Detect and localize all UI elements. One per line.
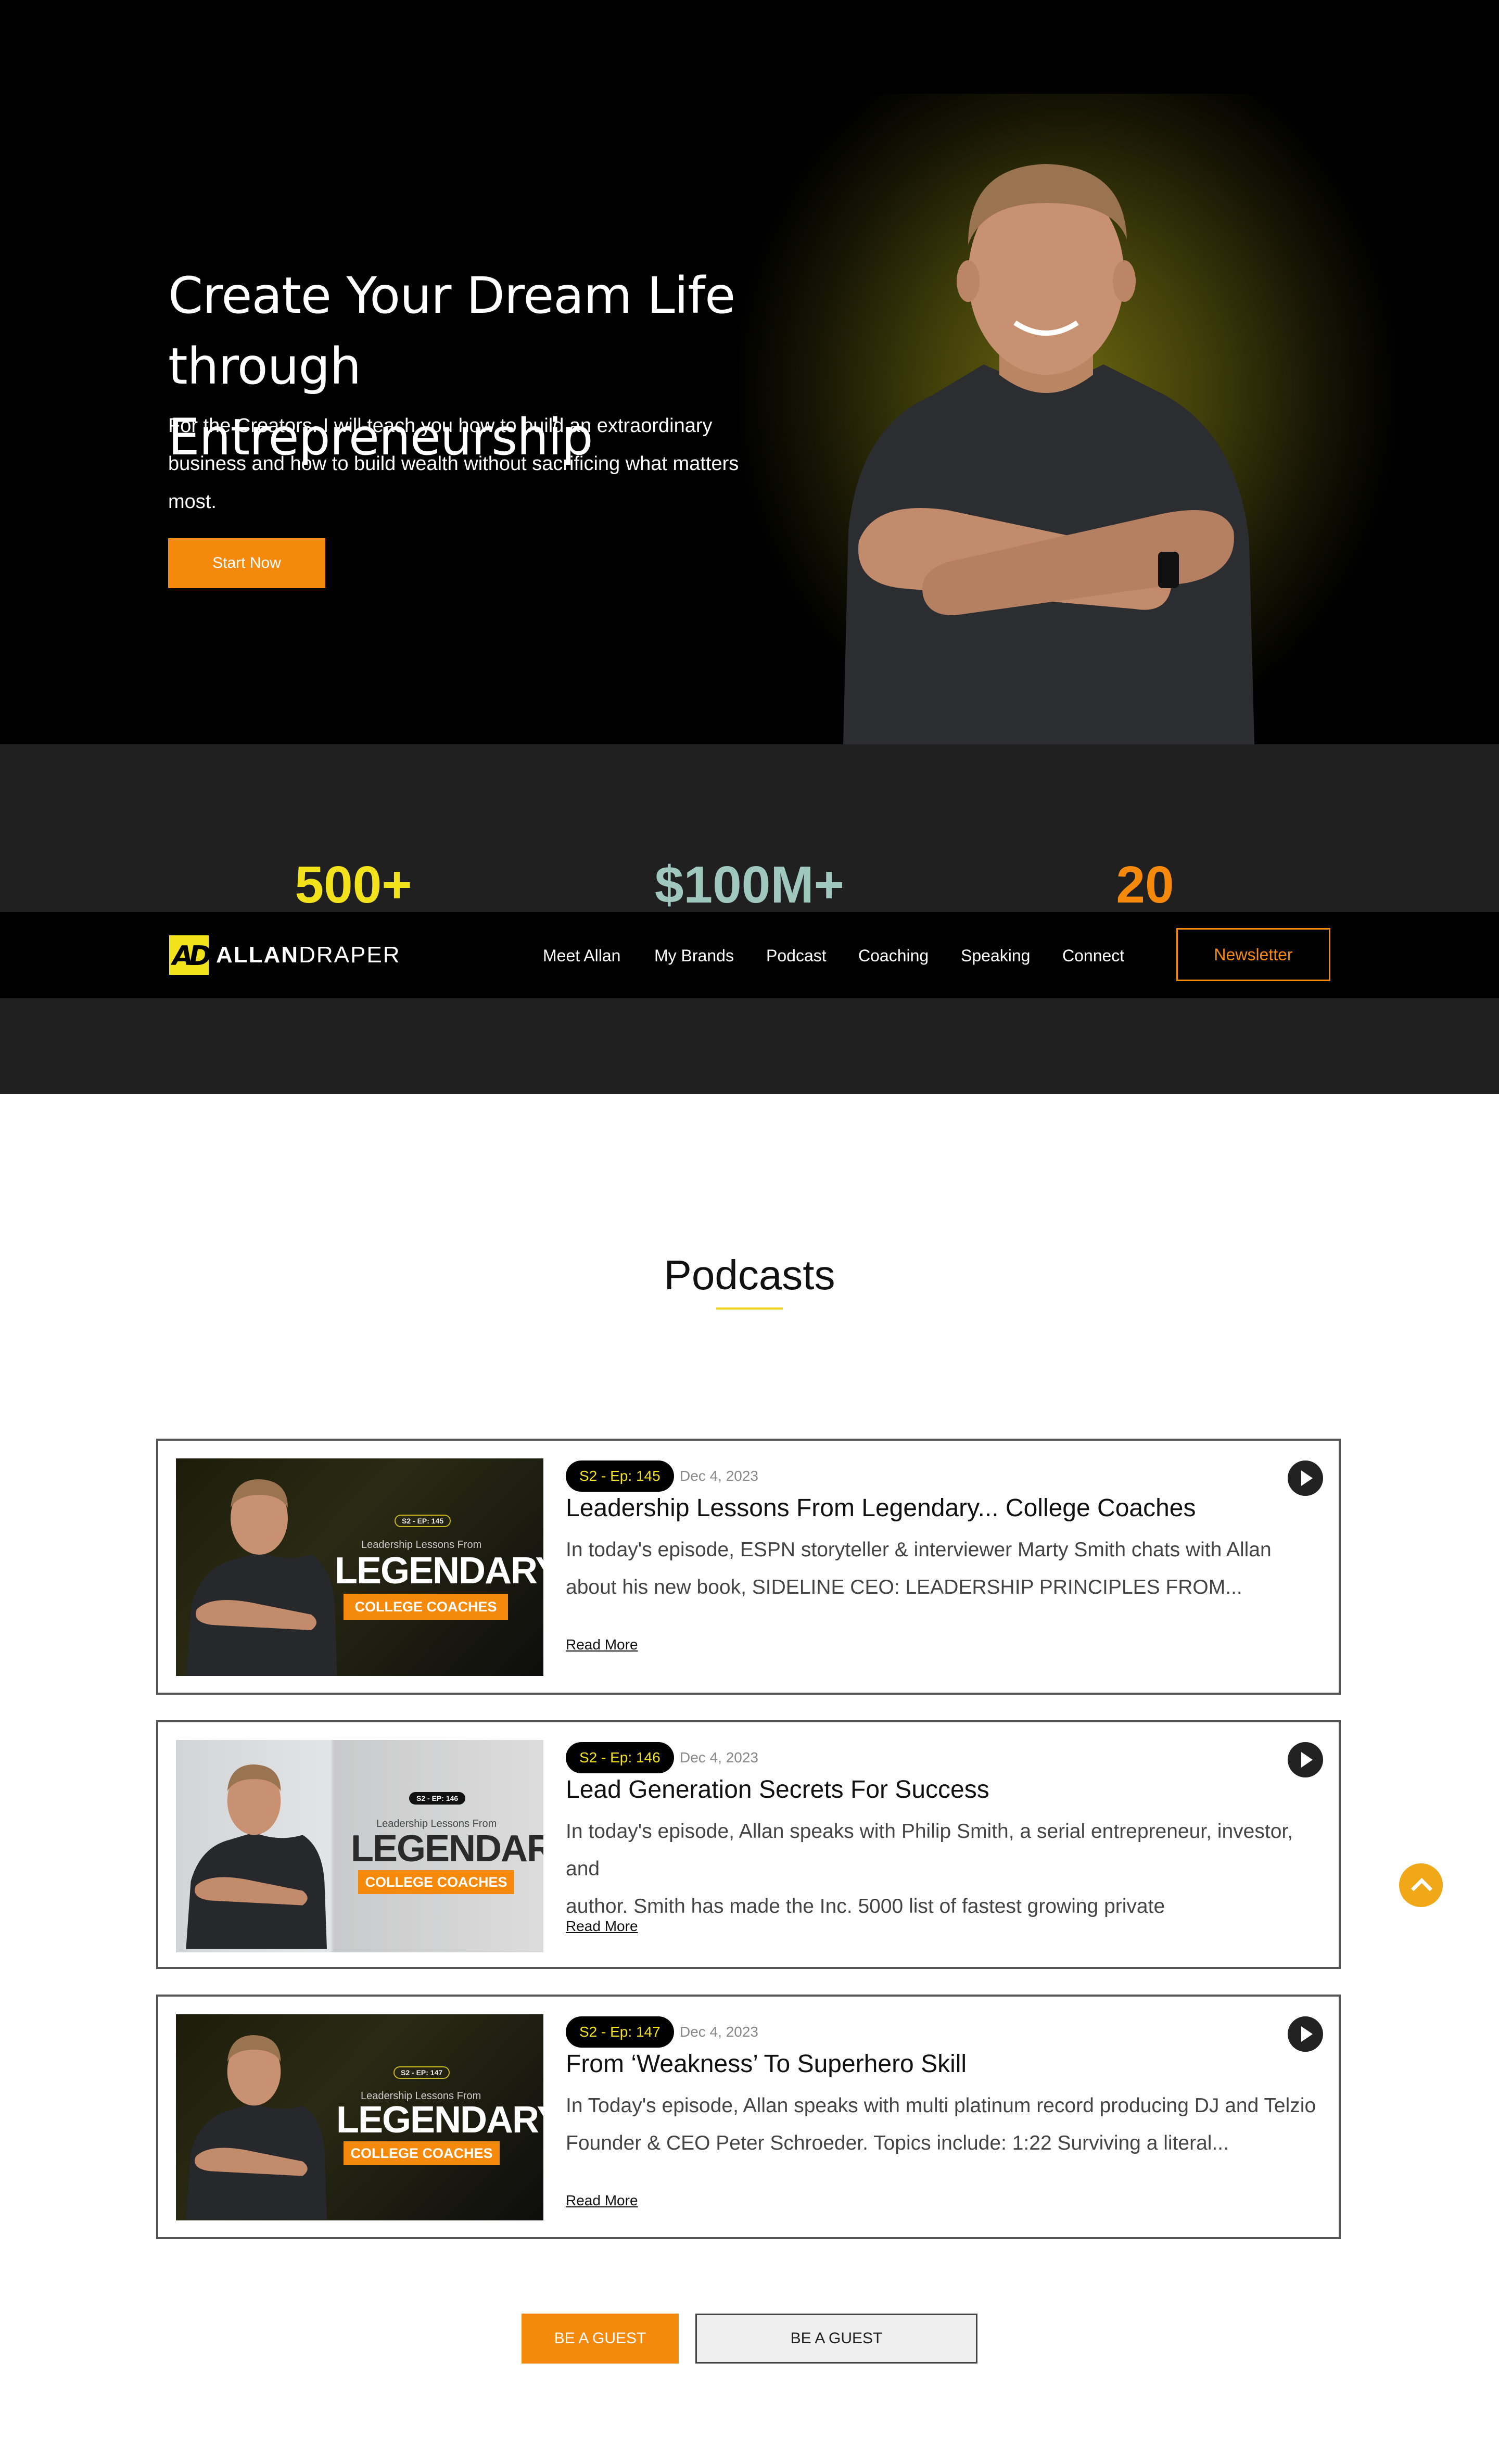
episode-pill: S2 - Ep: 147 xyxy=(566,2016,674,2048)
thumbnail-person xyxy=(186,2035,327,2220)
nav-item-my-brands[interactable]: My Brands xyxy=(654,946,734,965)
thumbnail-badge: COLLEGE COACHES xyxy=(344,1594,508,1620)
podcast-card[interactable]: S2 - EP: 145 Leadership Lessons From LEG… xyxy=(156,1439,1341,1695)
read-more-link[interactable]: Read More xyxy=(566,2192,638,2209)
hero-portrait xyxy=(843,164,1254,744)
stat-clients: 500+ xyxy=(295,856,412,914)
podcast-card[interactable]: S2 - EP: 146 Leadership Lessons From LEG… xyxy=(156,1720,1341,1969)
episode-pill: S2 - Ep: 145 xyxy=(566,1460,674,1492)
hero-section: Create Your Dream Life through Entrepren… xyxy=(0,0,1499,744)
thumbnail-badge: COLLEGE COACHES xyxy=(344,2141,500,2165)
heading-underline xyxy=(716,1307,783,1310)
thumbnail-person xyxy=(186,1479,337,1676)
play-icon[interactable] xyxy=(1288,1460,1323,1496)
podcast-thumbnail[interactable]: S2 - EP: 146 Leadership Lessons From LEG… xyxy=(176,1740,543,1952)
thumbnail-title: LEGENDARY xyxy=(336,2099,543,2141)
podcast-card[interactable]: S2 - EP: 147 Leadership Lessons From LEG… xyxy=(156,1995,1341,2239)
read-more-link[interactable]: Read More xyxy=(566,1636,638,1653)
stat-revenue: $100M+ xyxy=(654,856,845,914)
episode-pill: S2 - Ep: 146 xyxy=(566,1742,674,1773)
episode-description: In Today's episode, Allan speaks with mu… xyxy=(566,2094,1316,2154)
episode-description: In today's episode, ESPN storyteller & i… xyxy=(566,1539,1272,1598)
stat-count: 20 xyxy=(1116,856,1174,914)
thumbnail-title: LEGENDARY xyxy=(351,1828,543,1870)
hero-subtitle: For the Creators. I will teach you how t… xyxy=(168,415,739,513)
logo-mark: AD xyxy=(169,935,211,975)
be-a-guest-button[interactable]: BE A GUEST xyxy=(522,2314,679,2364)
thumbnail-episode-pill: S2 - EP: 147 xyxy=(393,2066,450,2079)
episode-date: Dec 4, 2023 xyxy=(680,2024,758,2040)
newsletter-button[interactable]: Newsletter xyxy=(1176,928,1330,981)
chevron-up-icon[interactable] xyxy=(1399,1863,1443,1907)
read-more-link[interactable]: Read More xyxy=(566,1918,638,1935)
thumbnail-episode-pill: S2 - EP: 146 xyxy=(409,1792,466,1805)
site-logo[interactable]: AD ALLANDRAPER xyxy=(169,935,400,975)
nav-item-meet-allan[interactable]: Meet Allan xyxy=(543,946,620,965)
logo-text: ALLANDRAPER xyxy=(216,942,401,968)
podcast-thumbnail[interactable]: S2 - EP: 145 Leadership Lessons From LEG… xyxy=(176,1458,543,1676)
thumbnail-episode-pill: S2 - EP: 145 xyxy=(395,1515,451,1527)
episode-title[interactable]: Lead Generation Secrets For Success xyxy=(566,1774,989,1806)
podcasts-heading: Podcasts xyxy=(664,1252,835,1298)
start-now-button[interactable]: Start Now xyxy=(168,538,325,588)
podcast-thumbnail[interactable]: S2 - EP: 147 Leadership Lessons From LEG… xyxy=(176,2014,543,2220)
episode-date: Dec 4, 2023 xyxy=(680,1749,758,1766)
nav-item-speaking[interactable]: Speaking xyxy=(961,946,1030,965)
be-a-guest-secondary-button[interactable]: BE A GUEST xyxy=(695,2314,977,2364)
thumbnail-title: LEGENDARY xyxy=(335,1550,543,1592)
nav-item-connect[interactable]: Connect xyxy=(1062,946,1124,965)
episode-title[interactable]: Leadership Lessons From Legendary... Col… xyxy=(566,1493,1196,1524)
play-icon[interactable] xyxy=(1288,2016,1323,2052)
play-icon[interactable] xyxy=(1288,1742,1323,1777)
thumbnail-badge: COLLEGE COACHES xyxy=(358,1870,514,1894)
thumbnail-person xyxy=(186,1764,327,1949)
episode-date: Dec 4, 2023 xyxy=(680,1468,758,1484)
nav-item-coaching[interactable]: Coaching xyxy=(858,946,929,965)
episode-description: In today's episode, Allan speaks with Ph… xyxy=(566,1820,1293,1917)
episode-title[interactable]: From ‘Weakness’ To Superhero Skill xyxy=(566,2049,967,2080)
hero-title-line1: Create Your Dream Life xyxy=(168,266,735,325)
nav-item-podcast[interactable]: Podcast xyxy=(766,946,827,965)
